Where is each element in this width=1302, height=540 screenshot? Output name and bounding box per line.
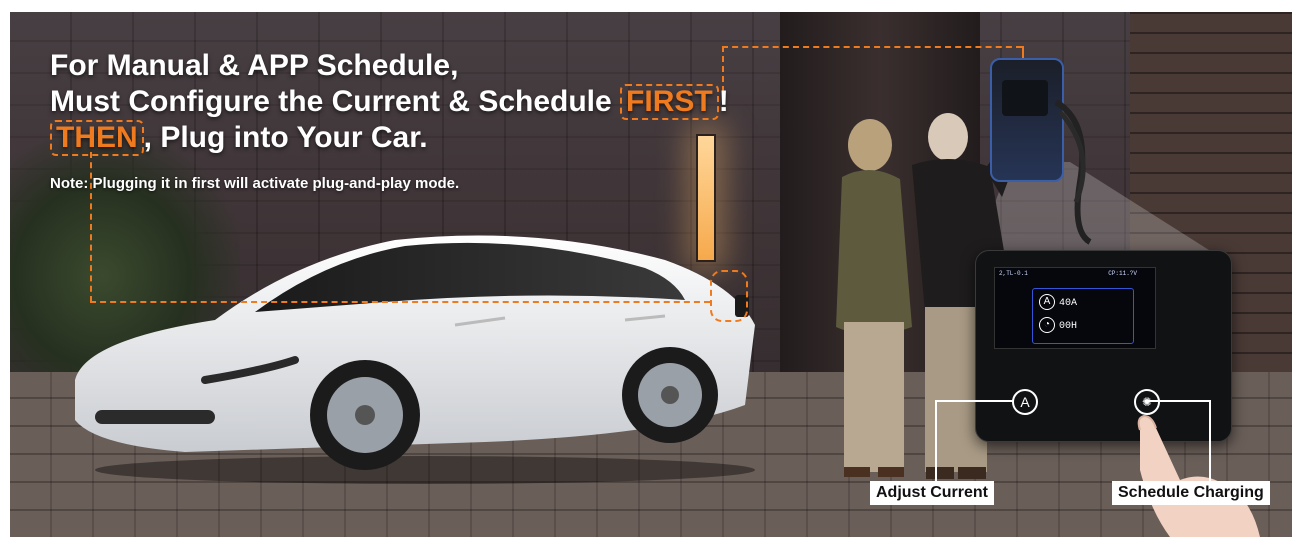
lcd-display: 2,TL-0.1 CP:11.?V A 40A ◔ 00H: [994, 267, 1156, 349]
product-banner: For Manual & APP Schedule, Must Configur…: [10, 12, 1292, 537]
current-value: 40A: [1059, 298, 1078, 309]
plug-and-play-note: Note: Plugging it in first will activate…: [50, 175, 460, 192]
adjust-current-label: Adjust Current: [870, 481, 994, 505]
headline: For Manual & APP Schedule, Must Configur…: [50, 49, 729, 156]
adjust-leader-v: [935, 400, 937, 482]
then-highlight: THEN: [50, 120, 144, 156]
connector-bottom: [90, 301, 710, 303]
headline-line3: , Plug into Your Car.: [143, 121, 428, 154]
adjust-current-button[interactable]: A: [1012, 389, 1038, 415]
schedule-charging-label: Schedule Charging: [1112, 481, 1270, 505]
charger-cable: [1054, 99, 1092, 245]
headline-line1: For Manual & APP Schedule,: [50, 49, 459, 82]
first-highlight: FIRST: [620, 84, 719, 120]
pointing-hand: [1137, 414, 1260, 537]
current-row: A 40A: [1039, 294, 1129, 314]
headline-line2: Must Configure the Current & Schedule: [50, 85, 621, 118]
current-icon: A: [1039, 294, 1055, 311]
connector-top: [722, 46, 1022, 48]
schedule-row: ◔ 00H: [1039, 317, 1129, 337]
white-sedan: [75, 235, 755, 484]
status-left: 2,TL-0.1: [999, 270, 1028, 277]
settings-panel: A 40A ◔ 00H: [1032, 288, 1134, 344]
schedule-leader-h: [1145, 400, 1211, 402]
car-port-highlight: [710, 270, 748, 322]
adjust-leader-h: [935, 400, 1013, 402]
schedule-leader-v: [1209, 400, 1211, 482]
status-right: CP:11.?V: [1108, 270, 1137, 277]
clock-icon: ◔: [1039, 317, 1055, 334]
schedule-value: 00H: [1059, 321, 1078, 332]
